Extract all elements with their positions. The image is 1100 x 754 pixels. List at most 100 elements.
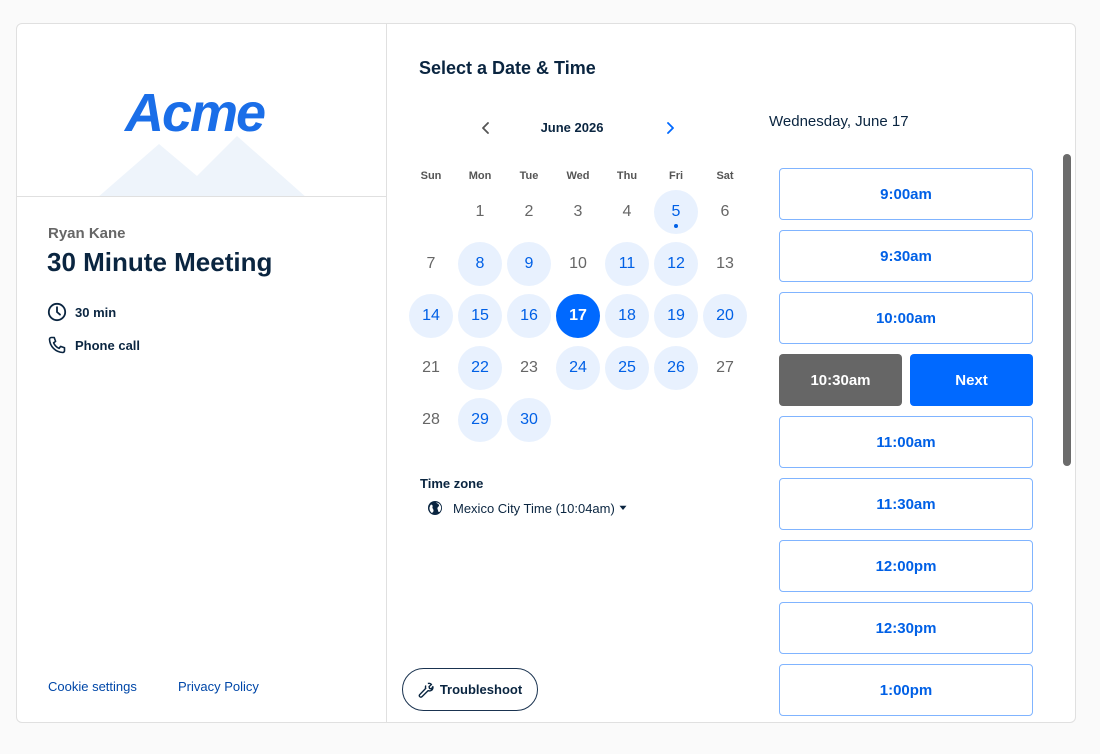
day-number: 2 bbox=[524, 203, 534, 220]
next-button[interactable]: Next bbox=[910, 354, 1033, 406]
troubleshoot-button[interactable]: Troubleshoot bbox=[402, 668, 538, 711]
day-number: 10 bbox=[569, 255, 587, 272]
day-number: 12 bbox=[667, 255, 685, 272]
time-slot-scrollbar[interactable] bbox=[1063, 154, 1071, 466]
time-slot-button[interactable]: 11:00am bbox=[779, 416, 1033, 468]
clock-icon bbox=[47, 302, 67, 322]
weekday-fri: Fri bbox=[668, 170, 684, 182]
event-title: 30 Minute Meeting bbox=[47, 247, 273, 277]
privacy-policy-link[interactable]: Privacy Policy bbox=[178, 679, 259, 694]
calendar-day-26[interactable]: 26 bbox=[654, 346, 698, 390]
day-number: 19 bbox=[667, 307, 685, 324]
calendar-day-16[interactable]: 16 bbox=[507, 294, 551, 338]
acme-logo: Acme bbox=[125, 83, 266, 143]
calendar-day-10: 10 bbox=[556, 242, 600, 286]
cookie-settings-link[interactable]: Cookie settings bbox=[48, 679, 137, 694]
calendar-day-29[interactable]: 29 bbox=[458, 398, 502, 442]
calendar-day-21: 21 bbox=[409, 346, 453, 390]
duration-label: 30 min bbox=[75, 304, 117, 320]
day-number: 17 bbox=[569, 307, 587, 324]
location-label: Phone call bbox=[75, 337, 141, 353]
calendar-day-30[interactable]: 30 bbox=[507, 398, 551, 442]
day-number: 22 bbox=[471, 359, 489, 376]
month-label: June 2026 bbox=[540, 120, 604, 135]
weekday-thu: Thu bbox=[616, 170, 638, 182]
booking-card: Acme Ryan Kane 30 Minute Meeting 30 min … bbox=[16, 23, 1076, 723]
timezone-label: Time zone bbox=[420, 476, 484, 491]
today-indicator-dot bbox=[674, 224, 678, 228]
time-slot-button[interactable]: 11:30am bbox=[779, 478, 1033, 530]
time-slot-button[interactable]: 12:30pm bbox=[779, 602, 1033, 654]
calendar-day-22[interactable]: 22 bbox=[458, 346, 502, 390]
calendar-day-3: 3 bbox=[556, 190, 600, 234]
calendar-day-12[interactable]: 12 bbox=[654, 242, 698, 286]
calendar-day-8[interactable]: 8 bbox=[458, 242, 502, 286]
chevron-right-icon bbox=[667, 122, 674, 134]
day-number: 11 bbox=[618, 255, 636, 272]
calendar-day-4: 4 bbox=[605, 190, 649, 234]
day-number: 1 bbox=[475, 203, 485, 220]
previous-month-button[interactable] bbox=[474, 116, 498, 140]
day-number: 16 bbox=[520, 307, 538, 324]
calendar-day-13: 13 bbox=[703, 242, 747, 286]
timezone-select[interactable]: Mexico City Time (10:04am) bbox=[427, 500, 627, 516]
calendar-day-5[interactable]: 5 bbox=[654, 190, 698, 234]
calendar-day-25[interactable]: 25 bbox=[605, 346, 649, 390]
selected-date-heading: Wednesday, June 17 bbox=[769, 113, 909, 130]
calendar-day-20[interactable]: 20 bbox=[703, 294, 747, 338]
day-number: 7 bbox=[426, 255, 436, 272]
time-slot-button[interactable]: 1:00pm bbox=[779, 664, 1033, 716]
chevron-left-icon bbox=[482, 122, 489, 134]
calendar-day-28: 28 bbox=[409, 398, 453, 442]
calendar-day-2: 2 bbox=[507, 190, 551, 234]
weekday-tue: Tue bbox=[519, 170, 539, 182]
day-number: 4 bbox=[622, 203, 632, 220]
calendar-day-14[interactable]: 14 bbox=[409, 294, 453, 338]
calendar-day-6: 6 bbox=[703, 190, 747, 234]
day-number: 5 bbox=[671, 203, 681, 220]
event-details-panel: Acme Ryan Kane 30 Minute Meeting 30 min … bbox=[17, 24, 387, 722]
host-name: Ryan Kane bbox=[48, 225, 126, 242]
day-number: 15 bbox=[471, 307, 489, 324]
day-number: 24 bbox=[569, 359, 587, 376]
mountains-graphic bbox=[99, 136, 305, 196]
day-number: 21 bbox=[422, 359, 440, 376]
day-number: 30 bbox=[520, 411, 538, 428]
troubleshoot-label: Troubleshoot bbox=[439, 682, 523, 697]
day-number: 9 bbox=[524, 255, 534, 272]
month-navigation: June 2026 bbox=[472, 116, 674, 140]
globe-icon bbox=[428, 501, 442, 515]
day-number: 14 bbox=[422, 307, 440, 324]
time-slot-button[interactable]: 10:00am bbox=[779, 292, 1033, 344]
calendar-day-23: 23 bbox=[507, 346, 551, 390]
scheduler-title: Select a Date & Time bbox=[419, 58, 596, 78]
day-number: 8 bbox=[475, 255, 485, 272]
day-number: 18 bbox=[618, 307, 636, 324]
calendar-day-15[interactable]: 15 bbox=[458, 294, 502, 338]
calendar-day-17[interactable]: 17 bbox=[556, 294, 600, 338]
duration-detail: 30 min bbox=[47, 302, 116, 322]
calendar-day-18[interactable]: 18 bbox=[605, 294, 649, 338]
day-number: 26 bbox=[667, 359, 685, 376]
calendar-day-9[interactable]: 9 bbox=[507, 242, 551, 286]
day-number: 28 bbox=[422, 411, 440, 428]
time-slot-button[interactable]: 12:00pm bbox=[779, 540, 1033, 592]
caret-down-icon bbox=[619, 505, 627, 510]
weekday-sun: Sun bbox=[420, 170, 442, 182]
day-number: 25 bbox=[618, 359, 636, 376]
day-number: 27 bbox=[716, 359, 734, 376]
day-number: 23 bbox=[520, 359, 538, 376]
day-number: 29 bbox=[471, 411, 489, 428]
calendar-day-7: 7 bbox=[409, 242, 453, 286]
timezone-value: Mexico City Time (10:04am) bbox=[453, 500, 615, 516]
time-slot-button[interactable]: 9:30am bbox=[779, 230, 1033, 282]
time-slot-button[interactable]: 9:00am bbox=[779, 168, 1033, 220]
weekday-wed: Wed bbox=[566, 170, 590, 182]
calendar-day-1: 1 bbox=[458, 190, 502, 234]
calendar-day-24[interactable]: 24 bbox=[556, 346, 600, 390]
next-month-button[interactable] bbox=[658, 116, 682, 140]
calendar-day-11[interactable]: 11 bbox=[605, 242, 649, 286]
calendar-day-19[interactable]: 19 bbox=[654, 294, 698, 338]
selected-time-slot[interactable]: 10:30am bbox=[779, 354, 902, 406]
calendar-day-27: 27 bbox=[703, 346, 747, 390]
